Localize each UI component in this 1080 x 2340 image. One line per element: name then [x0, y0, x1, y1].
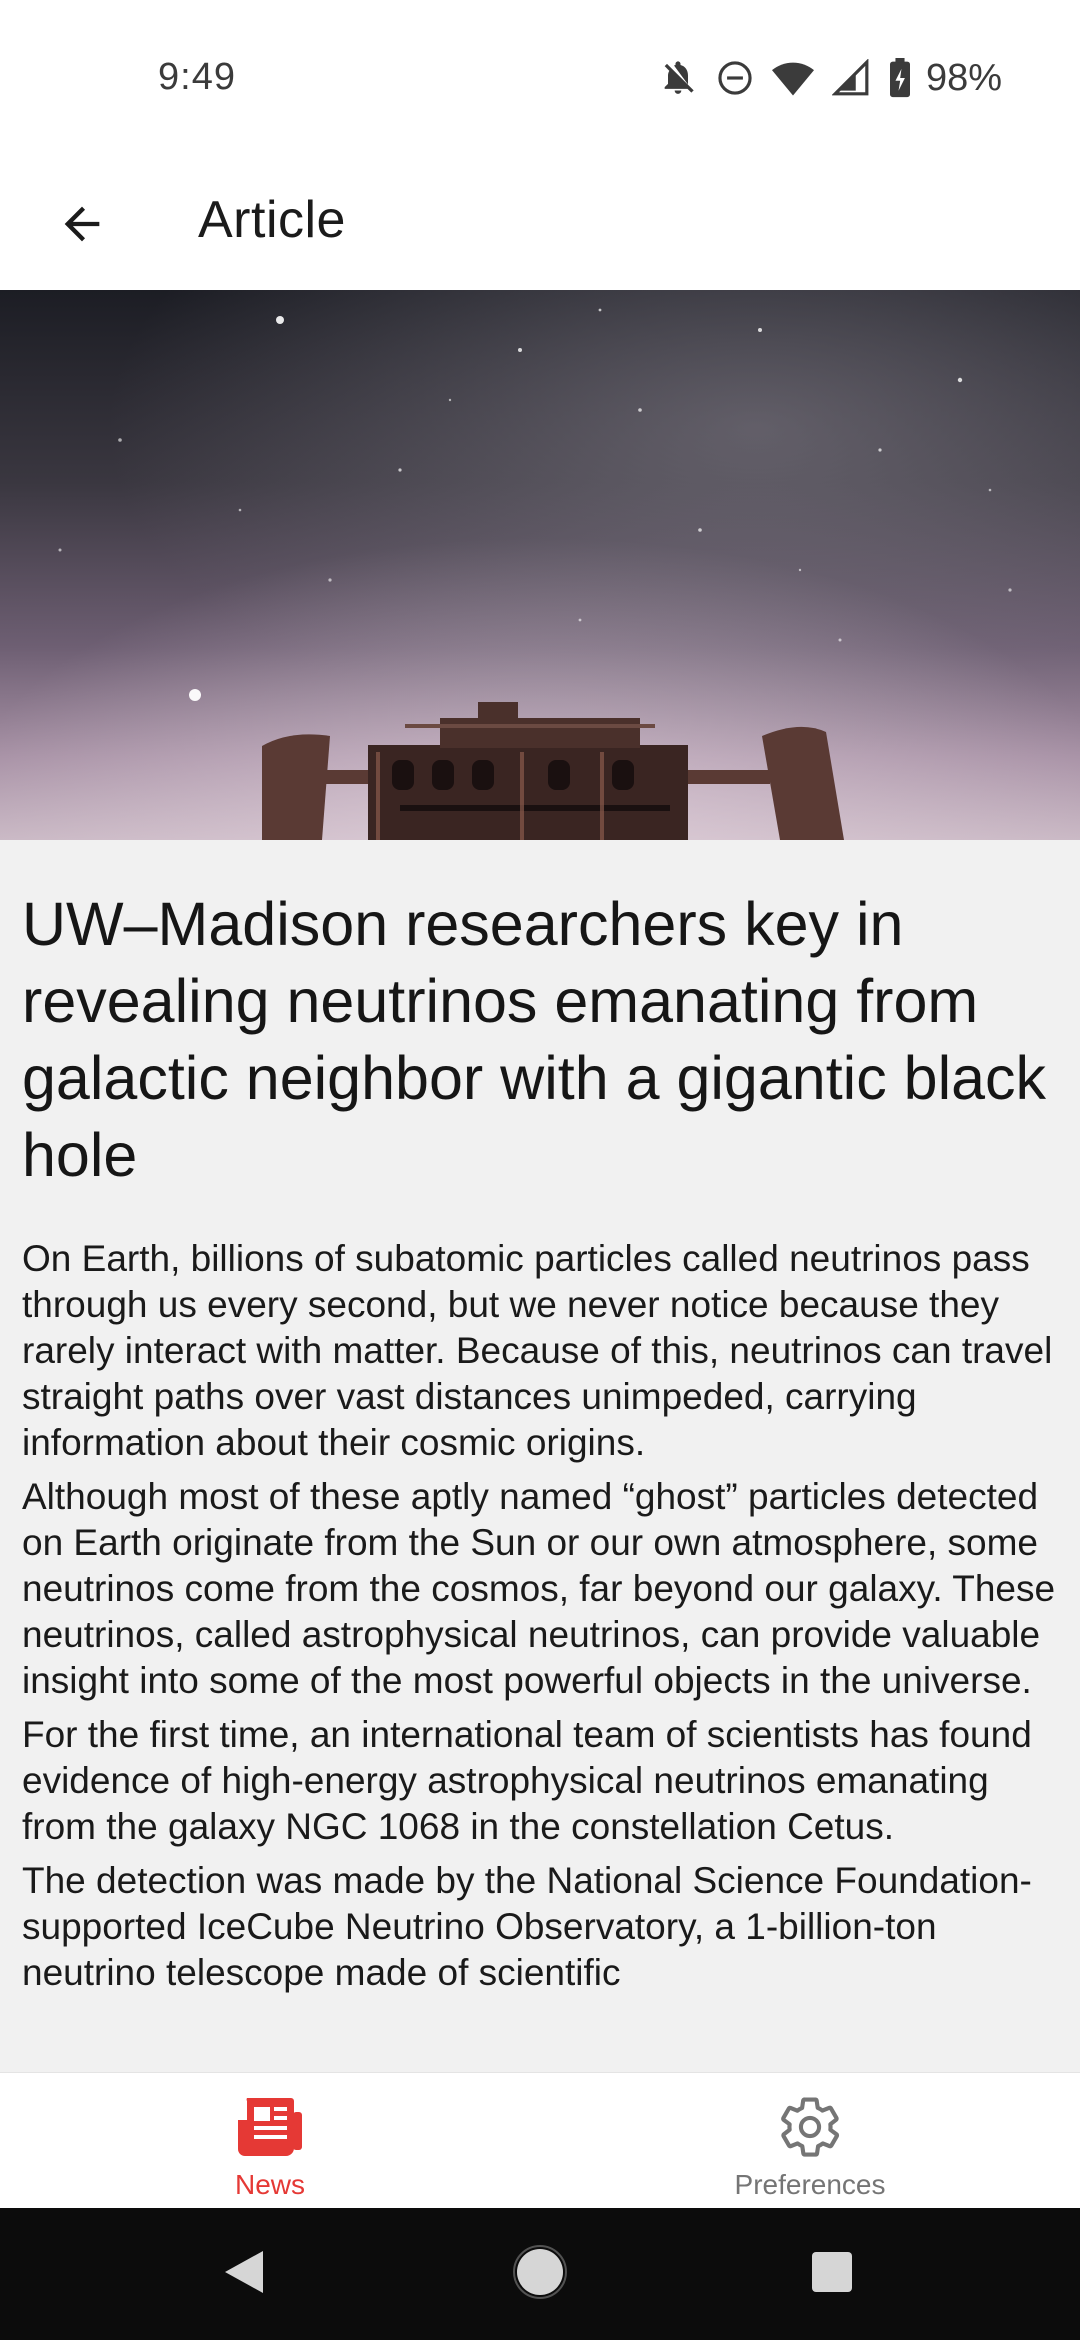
nav-item-preferences[interactable]: Preferences — [540, 2073, 1080, 2209]
back-button[interactable] — [40, 184, 124, 268]
system-navigation-bar — [0, 2208, 1080, 2340]
article-headline: UW–Madison researchers key in revealing … — [22, 890, 1047, 1189]
screen: 9:49 98% Article UW–Madison researchers … — [0, 0, 1080, 2340]
wifi-icon — [771, 58, 814, 98]
article-paragraph: For the first time, an international tea… — [22, 1714, 1032, 1847]
notifications-off-icon — [658, 58, 698, 98]
page-title: Article — [198, 191, 346, 249]
system-back-button[interactable] — [208, 2238, 280, 2310]
status-time: 9:49 — [158, 56, 236, 98]
article-paragraph: The detection was made by the National S… — [22, 1860, 1032, 1993]
back-triangle-icon — [221, 2247, 267, 2302]
system-recents-button[interactable] — [796, 2238, 868, 2310]
status-bar: 9:49 98% — [0, 0, 1080, 160]
hero-image — [0, 290, 1080, 840]
bottom-navigation: News Preferences — [0, 2072, 1080, 2209]
cellular-signal-icon — [831, 59, 870, 97]
newspaper-icon — [234, 2091, 306, 2163]
app-bar: Article — [0, 160, 1080, 290]
home-circle-icon — [513, 2244, 567, 2304]
article-body: On Earth, billions of subatomic particle… — [22, 1236, 1058, 1996]
nav-label-news: News — [234, 2169, 305, 2200]
status-icons: 98% — [658, 54, 1002, 102]
article-paragraph: On Earth, billions of subatomic particle… — [22, 1238, 1053, 1463]
nav-item-news[interactable]: News — [0, 2073, 540, 2209]
arrow-back-icon — [56, 198, 108, 255]
battery-charging-icon — [888, 58, 912, 98]
article-paragraph: Although most of these aptly named “ghos… — [22, 1476, 1056, 1701]
nav-label-preferences: Preferences — [734, 2169, 886, 2200]
system-home-button[interactable] — [504, 2238, 576, 2310]
battery-percentage: 98% — [925, 56, 1002, 99]
gear-icon — [774, 2091, 846, 2163]
do-not-disturb-icon — [716, 59, 754, 97]
recents-square-icon — [809, 2249, 855, 2300]
article-content[interactable]: UW–Madison researchers key in revealing … — [0, 840, 1080, 2072]
